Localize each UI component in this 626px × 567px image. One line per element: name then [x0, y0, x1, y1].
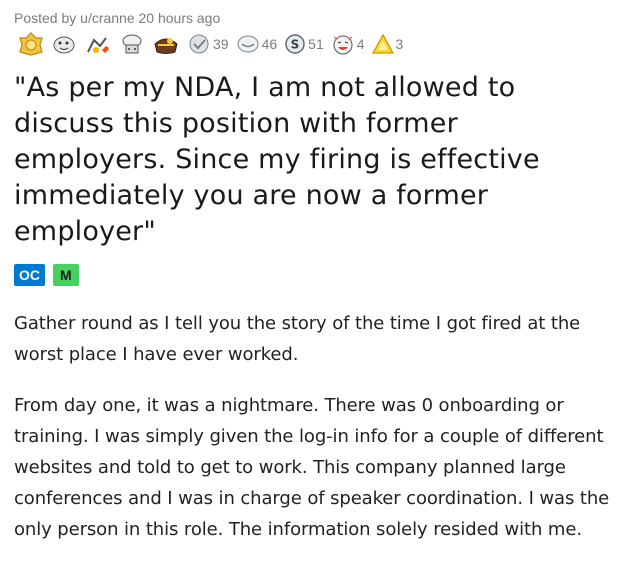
gold-triangle-icon — [371, 32, 395, 56]
laughing-face-icon — [330, 32, 356, 56]
silver-medal-icon — [186, 32, 212, 56]
award-laugh[interactable]: 4 — [330, 32, 365, 56]
wholesome-seal-icon — [50, 32, 78, 56]
oc-flair[interactable]: OC — [14, 264, 45, 286]
award-count: 3 — [395, 36, 404, 52]
award-hand-heart[interactable] — [84, 32, 112, 56]
award-coin[interactable]: S 51 — [283, 32, 324, 56]
gold-medal-icon — [18, 32, 44, 56]
award-helpful[interactable]: 46 — [235, 32, 278, 56]
coin-s-icon: S — [283, 32, 307, 56]
award-count: 46 — [261, 36, 278, 52]
awards-bar: 39 46 S 51 4 3 — [18, 30, 612, 58]
svg-text:S: S — [291, 38, 300, 52]
award-count: 39 — [213, 36, 229, 52]
award-silver[interactable]: 39 — [186, 32, 229, 56]
body-paragraph: Gather round as I tell you the story of … — [14, 313, 581, 365]
award-chef[interactable] — [118, 32, 146, 56]
m-flair[interactable]: M — [53, 264, 79, 286]
helpful-icon — [235, 32, 261, 56]
chef-hat-icon — [118, 32, 146, 56]
award-gold[interactable] — [18, 32, 44, 56]
treasure-icon — [152, 32, 180, 56]
post-flairs: OC M — [14, 264, 612, 286]
post-body: Gather round as I tell you the story of … — [14, 308, 612, 545]
award-wholesome[interactable] — [50, 32, 78, 56]
award-treasure[interactable] — [152, 32, 180, 56]
body-paragraph: From day one, it was a nightmare. There … — [14, 395, 610, 540]
award-count: 4 — [356, 36, 365, 52]
hand-heart-icon — [84, 32, 112, 56]
award-triangle[interactable]: 3 — [371, 32, 404, 56]
post-title[interactable]: "As per my NDA, I am not allowed to disc… — [14, 70, 612, 250]
post-meta: Posted by u/cranne 20 hours ago — [14, 10, 221, 26]
post: Posted by u/cranne 20 hours ago 39 46 S … — [0, 0, 626, 545]
award-count: 51 — [308, 36, 324, 52]
